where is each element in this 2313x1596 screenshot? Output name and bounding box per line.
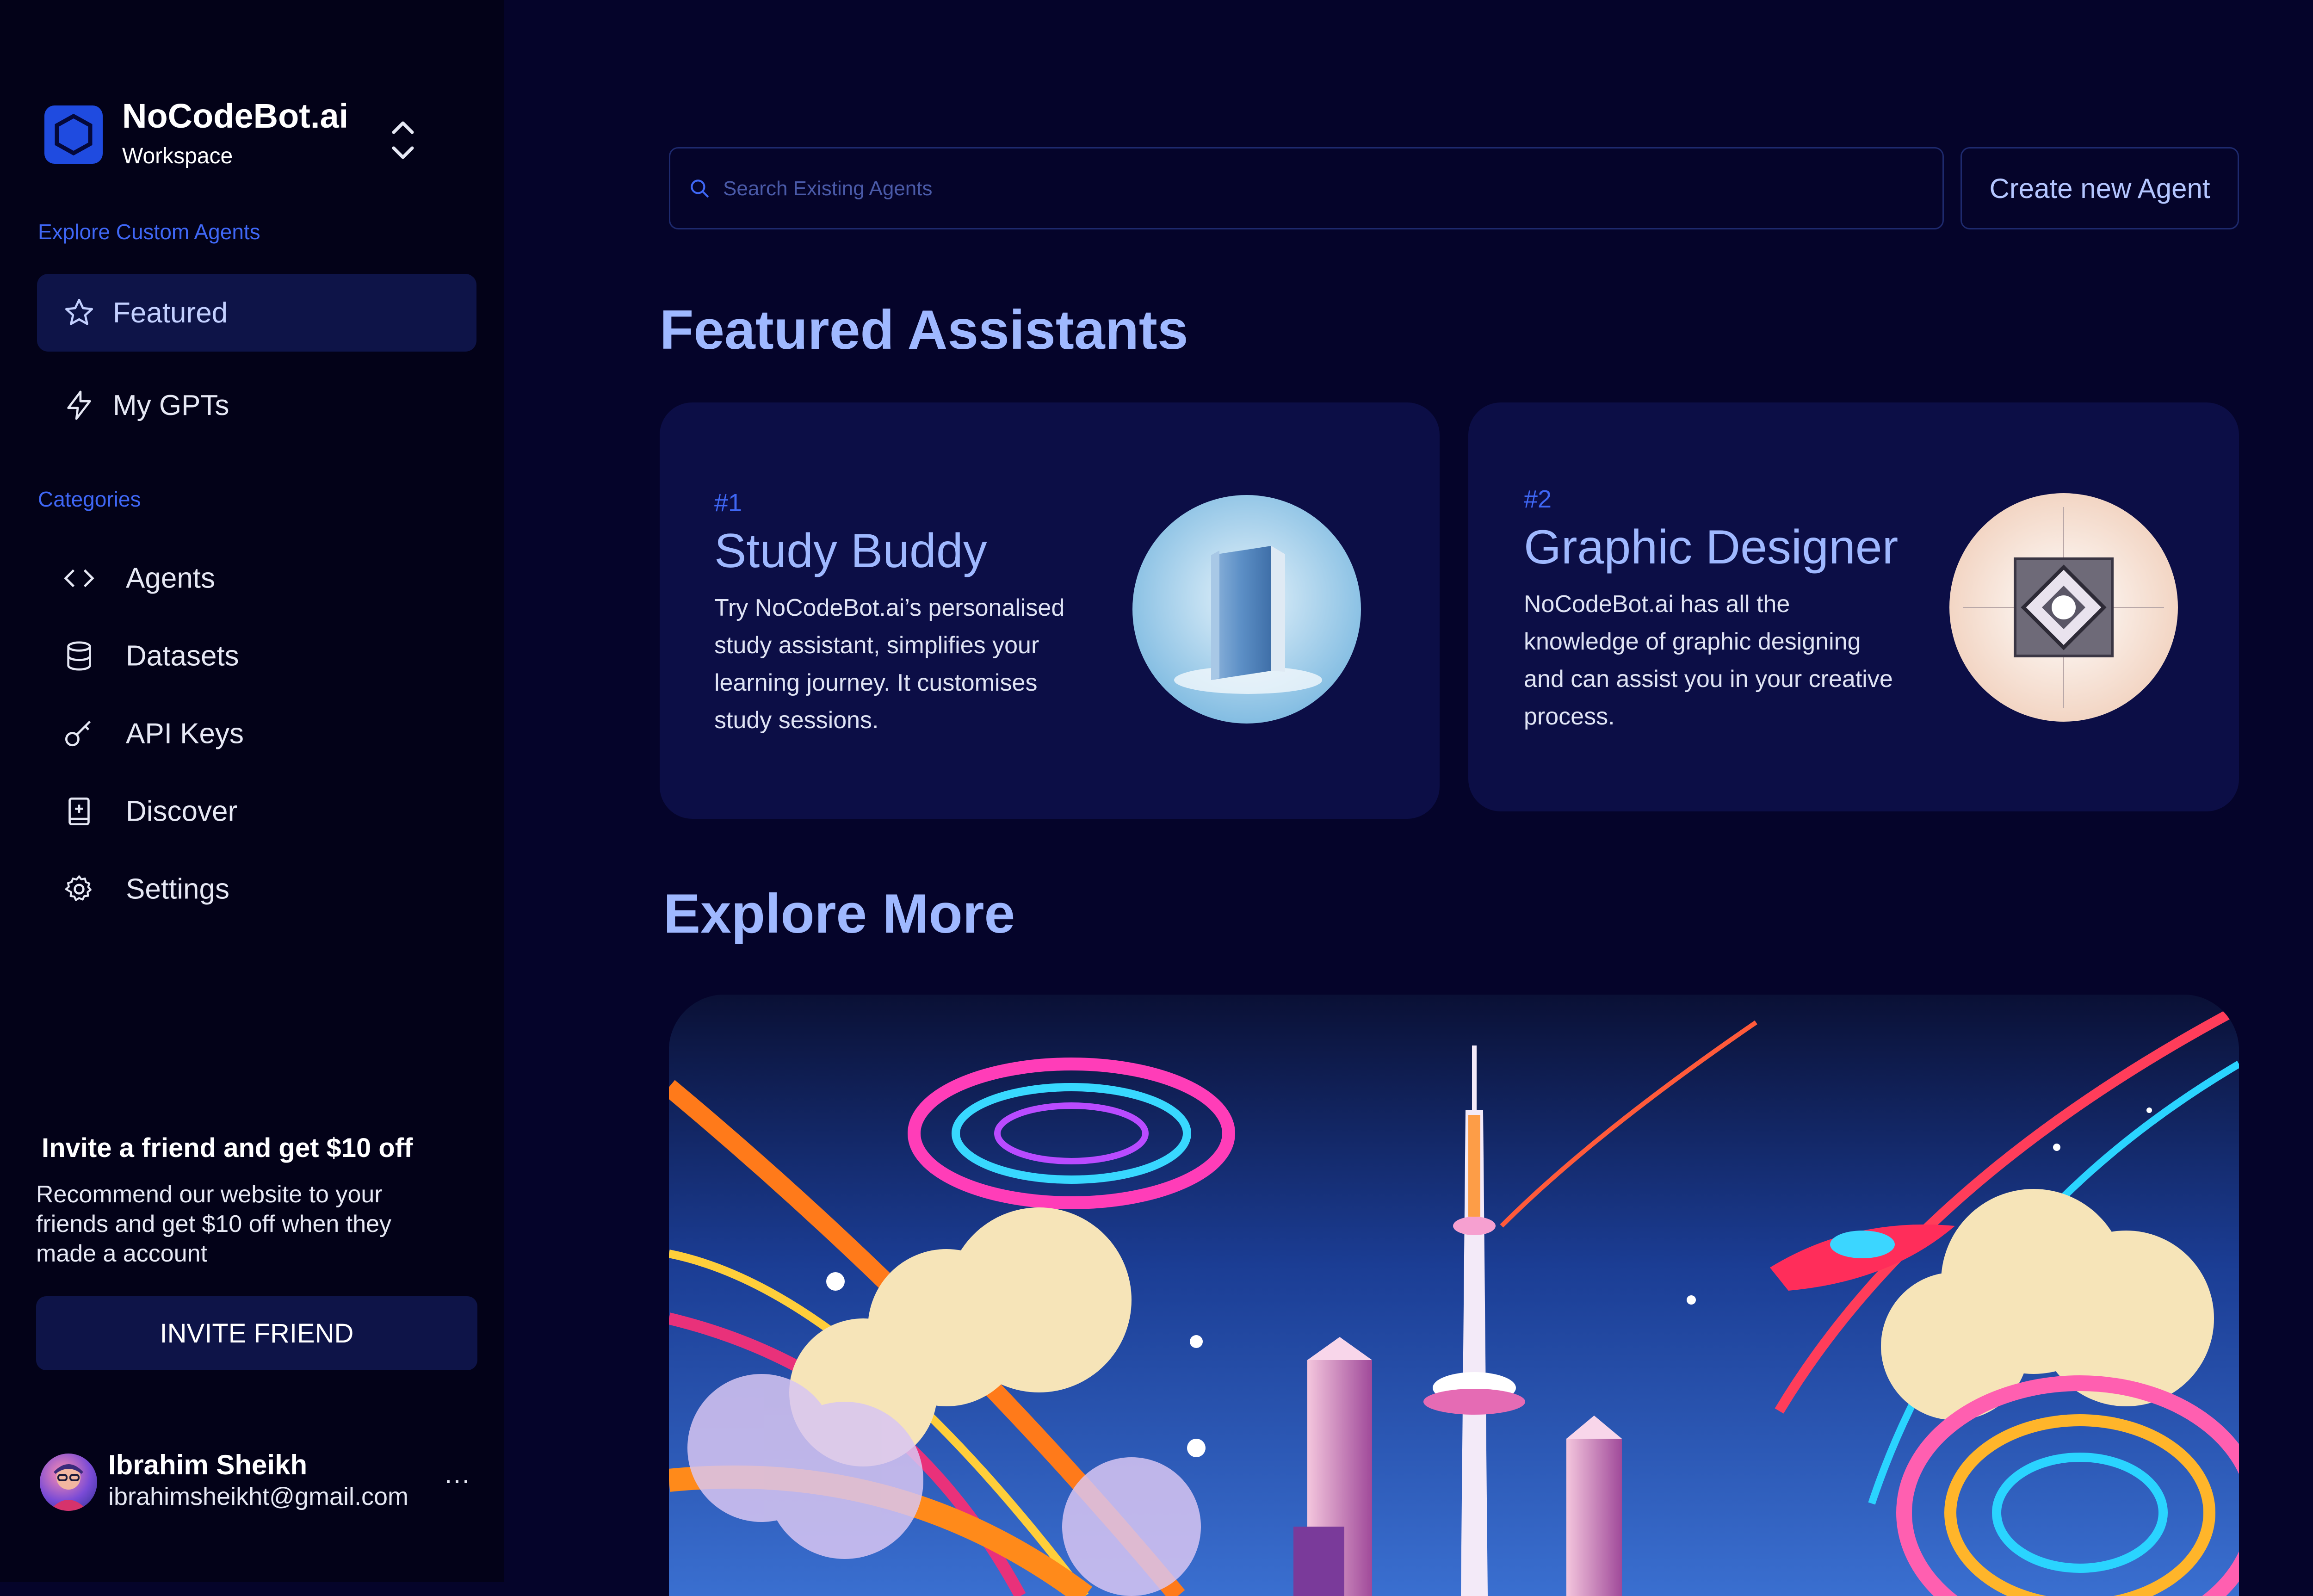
key-icon (65, 721, 91, 747)
futuristic-city-banner[interactable] (669, 995, 2239, 1596)
sidebar-item-label: Datasets (126, 640, 239, 672)
sidebar-item-agents[interactable]: Agents (37, 546, 476, 611)
nav-item-featured[interactable]: Featured (37, 274, 476, 352)
workspace-name: NoCodeBot.ai (122, 97, 349, 135)
book-plus-icon (68, 797, 90, 826)
search-bar (669, 147, 1944, 229)
user-name: Ibrahim Sheikh (108, 1449, 308, 1480)
book-image (1132, 495, 1361, 724)
sidebar-item-label: API Keys (126, 718, 244, 750)
nav-item-label: My GPTs (113, 389, 229, 421)
invite-description: Recommend our website to your friends an… (36, 1181, 392, 1267)
gear-icon (65, 875, 92, 901)
nav-item-my-gpts[interactable]: My GPTs (37, 366, 476, 444)
user-profile: Ibrahim Sheikh ibrahimsheikht@gmail.com … (40, 1448, 479, 1517)
workspace-subtitle: Workspace (122, 144, 233, 168)
card-title: Study Buddy (714, 524, 987, 578)
card-description: NoCodeBot.ai has all the knowledge of gr… (1524, 591, 1893, 730)
database-icon (67, 641, 91, 671)
sidebar-item-settings[interactable]: Settings (37, 857, 476, 922)
explore-heading: Explore More (663, 883, 1015, 945)
user-email: ibrahimsheikht@gmail.com (108, 1483, 409, 1510)
card-rank: #1 (714, 489, 742, 517)
explore-section-label: Explore Custom Agents (38, 220, 260, 244)
invite-title: Invite a friend and get $10 off (42, 1133, 413, 1163)
more-options-icon[interactable]: … (439, 1460, 476, 1492)
chevron-up-down-icon[interactable] (387, 115, 419, 166)
sidebar-item-api-keys[interactable]: API Keys (37, 701, 476, 766)
sidebar: NoCodeBot.ai Workspace Explore Custom Ag… (0, 0, 504, 1582)
sidebar-item-label: Discover (126, 795, 238, 828)
hexagon-logo-icon (44, 105, 103, 164)
code-icon (64, 569, 94, 588)
search-icon (691, 179, 709, 198)
sidebar-item-label: Settings (126, 873, 230, 905)
featured-card-study-buddy[interactable]: #1 Study Buddy Try NoCodeBot.ai’s person… (660, 402, 1440, 819)
categories-section-label: Categories (38, 487, 141, 511)
star-icon (65, 298, 93, 325)
create-agent-button[interactable]: Create new Agent (1960, 147, 2239, 229)
sidebar-item-discover[interactable]: Discover (37, 779, 476, 844)
card-title: Graphic Designer (1524, 520, 1899, 574)
featured-card-graphic-designer[interactable]: #2 Graphic Designer NoCodeBot.ai has all… (1468, 402, 2239, 811)
avatar[interactable] (40, 1454, 97, 1511)
nav-item-label: Featured (113, 297, 228, 329)
card-description: Try NoCodeBot.ai’s personalised study as… (714, 594, 1065, 734)
geometric-design-image (1949, 493, 2178, 722)
card-rank: #2 (1524, 485, 1552, 513)
search-input[interactable] (722, 148, 1880, 229)
lightning-icon (67, 390, 91, 420)
invite-friend-button[interactable]: INVITE FRIEND (36, 1296, 477, 1370)
sidebar-item-datasets[interactable]: Datasets (37, 624, 476, 688)
sidebar-item-label: Agents (126, 562, 216, 594)
featured-heading: Featured Assistants (660, 299, 1188, 361)
